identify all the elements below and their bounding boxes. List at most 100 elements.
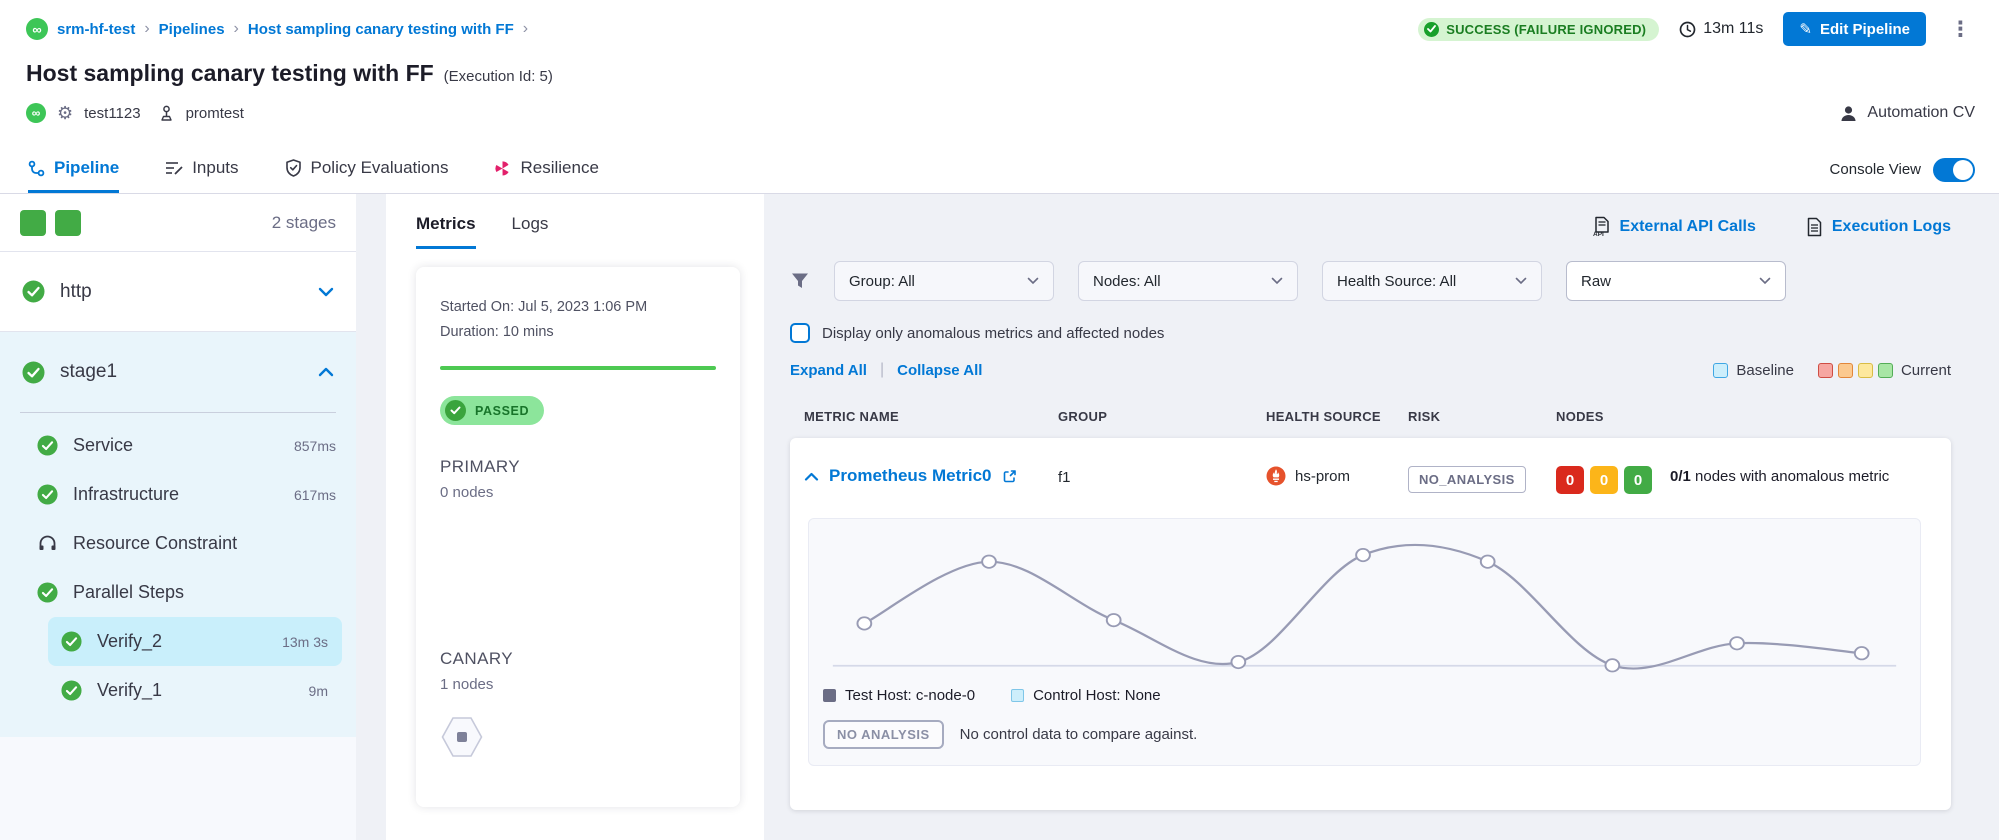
external-api-calls-label: External API Calls bbox=[1620, 218, 1756, 236]
console-view-toggle[interactable] bbox=[1933, 158, 1975, 182]
metric-name-link[interactable]: Prometheus Metric0 bbox=[829, 466, 992, 486]
service-status-icon: ∞ bbox=[26, 103, 46, 123]
kebab-menu-icon[interactable]: ⋮ bbox=[1946, 19, 1975, 40]
group-filter-value: Group: All bbox=[849, 273, 915, 290]
check-circle-icon bbox=[37, 435, 58, 456]
verification-duration: Duration: 10 mins bbox=[440, 320, 716, 345]
chevron-down-icon bbox=[1515, 277, 1527, 285]
delegate-name: promtest bbox=[186, 105, 244, 122]
console-view-label: Console View bbox=[1830, 161, 1921, 178]
nodes-summary-count: 0/1 bbox=[1670, 468, 1691, 485]
service-name: test1123 bbox=[84, 105, 140, 122]
tab-inputs-label: Inputs bbox=[192, 158, 238, 178]
sidebar-step-verify-1[interactable]: Verify_1 9m bbox=[48, 666, 342, 715]
passed-badge-label: PASSED bbox=[475, 404, 529, 418]
primary-node-count: 0 nodes bbox=[440, 484, 716, 501]
breadcrumb-project[interactable]: srm-hf-test bbox=[57, 21, 135, 38]
external-api-calls-link[interactable]: API External API Calls bbox=[1592, 216, 1756, 237]
chart-data-point bbox=[1231, 656, 1245, 668]
health-source-filter-select[interactable]: Health Source: All bbox=[1322, 261, 1542, 301]
gear-icon: ⚙ bbox=[57, 104, 73, 122]
chart-data-point bbox=[1730, 637, 1744, 649]
step-label: Parallel Steps bbox=[73, 582, 184, 603]
check-circle-icon bbox=[61, 631, 82, 652]
no-analysis-message: No control data to compare against. bbox=[960, 726, 1198, 743]
stages-summary: 2 stages bbox=[0, 194, 356, 252]
expand-all-link[interactable]: Expand All bbox=[790, 362, 867, 379]
chevron-down-icon[interactable] bbox=[318, 287, 334, 297]
filter-funnel-icon bbox=[790, 272, 810, 290]
sidebar-stage-stage1[interactable]: stage1 bbox=[0, 332, 356, 412]
tab-inputs[interactable]: Inputs bbox=[165, 146, 238, 193]
tab-policy-evaluations[interactable]: Policy Evaluations bbox=[285, 146, 449, 193]
page-title: Host sampling canary testing with FF bbox=[26, 60, 434, 87]
current-red-swatch bbox=[1818, 363, 1833, 378]
sidebar-step-infrastructure[interactable]: Infrastructure 617ms bbox=[0, 470, 356, 519]
tab-resilience[interactable]: Resilience bbox=[494, 146, 598, 193]
column-header-group: GROUP bbox=[1058, 409, 1266, 424]
step-duration: 857ms bbox=[294, 438, 336, 454]
check-circle-icon bbox=[22, 361, 45, 384]
breadcrumb-pipeline-name[interactable]: Host sampling canary testing with FF bbox=[248, 21, 514, 38]
control-host-label: Control Host: None bbox=[1033, 687, 1161, 704]
sidebar-step-resource-constraint[interactable]: Resource Constraint bbox=[0, 519, 356, 568]
metric-row-card: Prometheus Metric0 f1 hs-prom NO_ANALYSI bbox=[790, 438, 1951, 810]
chart-data-point bbox=[982, 556, 996, 568]
current-legend-label: Current bbox=[1901, 362, 1951, 379]
line-chart bbox=[823, 533, 1906, 683]
column-header-risk: RISK bbox=[1408, 409, 1556, 424]
column-header-nodes: NODES bbox=[1556, 409, 1937, 424]
metric-trend-chart: Test Host: c-node-0 Control Host: None N… bbox=[808, 518, 1921, 766]
chevron-up-icon[interactable] bbox=[318, 367, 334, 377]
metric-group-value: f1 bbox=[1058, 466, 1266, 486]
breadcrumb-pipelines[interactable]: Pipelines bbox=[159, 21, 225, 38]
clock-icon bbox=[1679, 21, 1696, 38]
sidebar-step-service[interactable]: Service 857ms bbox=[0, 421, 356, 470]
canary-node-hexagon[interactable] bbox=[440, 715, 716, 759]
anomalous-only-checkbox[interactable] bbox=[790, 323, 810, 343]
collapse-all-link[interactable]: Collapse All bbox=[897, 362, 982, 379]
total-duration-value: 13m 11s bbox=[1703, 20, 1763, 38]
sidebar-step-parallel-steps[interactable]: Parallel Steps bbox=[0, 568, 356, 617]
chevron-right-icon: › bbox=[523, 20, 528, 38]
anomalous-only-label: Display only anomalous metrics and affec… bbox=[822, 325, 1164, 342]
separator: | bbox=[880, 361, 884, 379]
prometheus-icon bbox=[1266, 466, 1286, 486]
chevron-up-icon[interactable] bbox=[804, 472, 819, 481]
tab-pipeline-label: Pipeline bbox=[54, 158, 119, 178]
sidebar-step-verify-2[interactable]: Verify_2 13m 3s bbox=[48, 617, 342, 666]
no-analysis-badge: NO ANALYSIS bbox=[823, 720, 944, 749]
edit-pipeline-button[interactable]: ✎ Edit Pipeline bbox=[1783, 12, 1926, 46]
control-host-swatch bbox=[1011, 689, 1024, 702]
metrics-analysis-panel: API External API Calls Execution Logs Gr… bbox=[764, 194, 1999, 840]
verification-panel: Metrics Logs Started On: Jul 5, 2023 1:0… bbox=[386, 194, 764, 840]
view-mode-select[interactable]: Raw bbox=[1566, 261, 1786, 301]
tab-metrics[interactable]: Metrics bbox=[416, 214, 476, 249]
stage-count: 2 stages bbox=[272, 213, 336, 233]
breadcrumb: ∞ srm-hf-test › Pipelines › Host samplin… bbox=[26, 18, 528, 40]
check-circle-icon bbox=[22, 280, 45, 303]
check-circle-icon bbox=[445, 400, 466, 421]
step-label: Resource Constraint bbox=[73, 533, 237, 554]
external-link-icon[interactable] bbox=[1002, 469, 1017, 484]
sidebar-stage-http[interactable]: http bbox=[0, 252, 356, 332]
step-label: Service bbox=[73, 435, 133, 456]
tab-policy-evaluations-label: Policy Evaluations bbox=[311, 158, 449, 178]
stage-status-square bbox=[55, 210, 81, 236]
tab-logs[interactable]: Logs bbox=[512, 214, 549, 249]
chart-data-point bbox=[1356, 549, 1370, 561]
status-badge-label: SUCCESS (FAILURE IGNORED) bbox=[1446, 22, 1646, 37]
stage1-section: stage1 Service 857ms bbox=[0, 332, 356, 737]
check-circle-icon bbox=[37, 582, 58, 603]
nodes-filter-select[interactable]: Nodes: All bbox=[1078, 261, 1298, 301]
execution-logs-link[interactable]: Execution Logs bbox=[1806, 216, 1951, 237]
execution-tabbar: Pipeline Inputs Policy Evaluations Resil… bbox=[0, 146, 1999, 194]
chart-data-point bbox=[1481, 556, 1495, 568]
metrics-table-header: METRIC NAME GROUP HEALTH SOURCE RISK NOD… bbox=[790, 409, 1951, 424]
chart-data-point bbox=[1855, 647, 1869, 659]
group-filter-select[interactable]: Group: All bbox=[834, 261, 1054, 301]
canary-label: CANARY bbox=[440, 649, 716, 669]
step-duration: 13m 3s bbox=[282, 634, 328, 650]
tab-pipeline[interactable]: Pipeline bbox=[28, 146, 119, 193]
started-on: Started On: Jul 5, 2023 1:06 PM bbox=[440, 295, 716, 320]
